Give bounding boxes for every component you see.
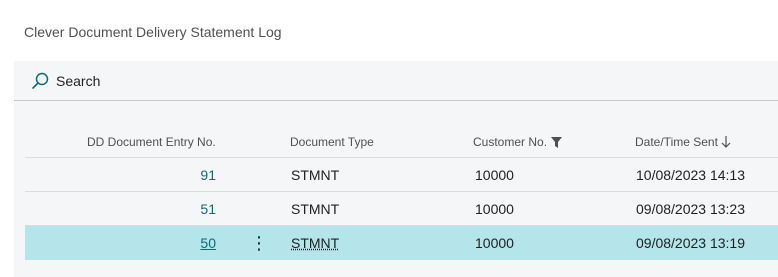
column-header-entry-no[interactable]: DD Document Entry No.: [87, 132, 216, 152]
table-row[interactable]: 91 STMNT 10000 10/08/2023 14:13: [25, 158, 778, 192]
date-time-sent-cell: 10/08/2023 14:13: [636, 167, 745, 183]
entry-no-link[interactable]: 50: [25, 226, 216, 260]
column-header-date-time-sent-label: Date/Time Sent: [635, 135, 718, 149]
customer-no-cell: 10000: [475, 201, 514, 217]
row-actions-menu-icon[interactable]: ⋮: [250, 226, 268, 260]
page-title: Clever Document Delivery Statement Log: [24, 24, 282, 40]
column-header-date-time-sent[interactable]: Date/Time Sent: [635, 132, 731, 152]
entry-no-link[interactable]: 91: [25, 158, 216, 192]
search-button[interactable]: Search: [30, 66, 100, 96]
column-header-customer-no-label: Customer No.: [473, 135, 548, 149]
customer-no-cell: 10000: [475, 235, 514, 251]
entry-no-link[interactable]: 51: [25, 192, 216, 226]
search-bar: Search: [14, 61, 778, 101]
customer-no-cell: 10000: [475, 167, 514, 183]
document-type-cell: STMNT: [291, 167, 340, 183]
filter-icon: [551, 136, 563, 148]
search-label: Search: [56, 72, 101, 89]
sort-descending-icon: [721, 136, 731, 148]
document-type-cell[interactable]: STMNT: [291, 226, 339, 260]
document-type-cell: STMNT: [291, 201, 340, 217]
table-row[interactable]: 51 STMNT 10000 09/08/2023 13:23: [25, 192, 778, 226]
column-header-customer-no[interactable]: Customer No.: [473, 132, 563, 152]
date-time-sent-cell: 09/08/2023 13:19: [636, 235, 745, 251]
column-header-document-type-label: Document Type: [290, 135, 374, 149]
column-header-entry-no-label: DD Document Entry No.: [87, 135, 216, 149]
list-panel: Search DD Document Entry No. Document Ty…: [14, 61, 778, 277]
search-icon: [32, 72, 49, 89]
column-header-document-type[interactable]: Document Type: [290, 132, 374, 152]
date-time-sent-cell: 09/08/2023 13:23: [636, 201, 745, 217]
table-row-selected[interactable]: 50 ⋮ STMNT 10000 09/08/2023 13:19: [25, 226, 778, 260]
